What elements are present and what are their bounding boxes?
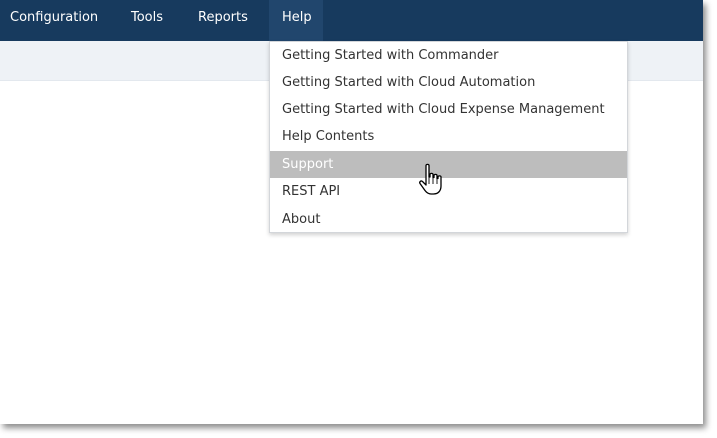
nav-tools[interactable]: Tools (131, 0, 163, 41)
menu-item-help-contents[interactable]: Help Contents (270, 123, 627, 150)
menu-item-about[interactable]: About (270, 206, 627, 233)
app-window: Configuration Tools Reports Help Getting… (0, 0, 703, 424)
top-navigation-bar: Configuration Tools Reports Help (0, 0, 703, 41)
help-dropdown-menu: Getting Started with Commander Getting S… (269, 41, 628, 233)
nav-configuration[interactable]: Configuration (10, 0, 98, 41)
hand-pointer-icon (419, 163, 442, 195)
nav-reports[interactable]: Reports (198, 0, 248, 41)
menu-item-getting-started-cloud-expense-management[interactable]: Getting Started with Cloud Expense Manag… (270, 96, 627, 123)
menu-item-getting-started-commander[interactable]: Getting Started with Commander (270, 42, 627, 69)
nav-help[interactable]: Help (269, 0, 323, 41)
menu-item-getting-started-cloud-automation[interactable]: Getting Started with Cloud Automation (270, 69, 627, 96)
